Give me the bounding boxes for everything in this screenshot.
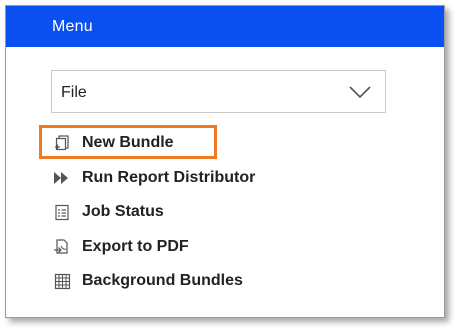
menu-item-new-bundle[interactable]: New Bundle (52, 130, 174, 156)
menu-header: Menu (6, 6, 444, 47)
menu-panel: Menu File New Bundle Run Report Distribu… (5, 5, 445, 318)
fast-forward-icon (52, 168, 72, 188)
file-dropdown[interactable]: File (51, 70, 386, 113)
menu-item-background-bundles[interactable]: Background Bundles (52, 268, 243, 294)
menu-title: Menu (52, 18, 93, 35)
chevron-down-icon (349, 85, 371, 99)
grid-icon (52, 271, 72, 291)
menu-item-label: Job Status (82, 203, 164, 220)
menu-item-export-to-pdf[interactable]: Export to PDF (52, 234, 189, 260)
new-bundle-icon (52, 133, 72, 153)
export-pdf-icon (52, 237, 72, 257)
job-status-icon (52, 202, 72, 222)
menu-item-job-status[interactable]: Job Status (52, 199, 164, 225)
menu-item-label: New Bundle (82, 134, 174, 151)
dropdown-selected-value: File (61, 84, 87, 101)
menu-item-label: Export to PDF (82, 238, 189, 255)
menu-item-label: Background Bundles (82, 272, 243, 289)
menu-item-run-report-distributor[interactable]: Run Report Distributor (52, 165, 255, 191)
menu-item-label: Run Report Distributor (82, 169, 256, 186)
